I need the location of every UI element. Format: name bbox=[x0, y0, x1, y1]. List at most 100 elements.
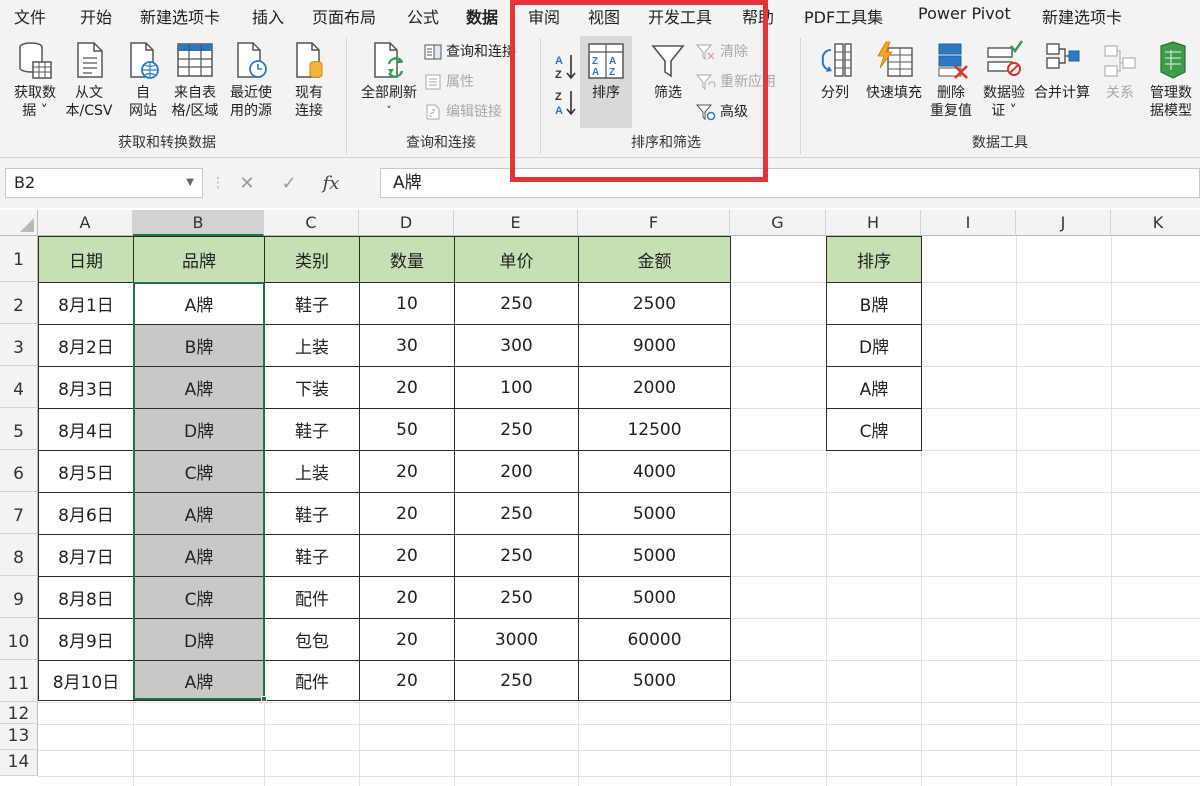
table-cell-date[interactable]: 8月6日 bbox=[38, 492, 134, 535]
table-cell-amount[interactable]: 5000 bbox=[578, 576, 731, 619]
select-all-corner[interactable] bbox=[0, 210, 38, 236]
column-header-c[interactable]: C bbox=[264, 210, 359, 236]
table-cell-amount[interactable]: 2500 bbox=[578, 282, 731, 325]
table-cell-quantity[interactable]: 30 bbox=[359, 324, 455, 367]
tab-insert[interactable]: 插入 bbox=[252, 4, 284, 28]
table-cell-unit-price[interactable]: 250 bbox=[454, 534, 579, 577]
table-cell-quantity[interactable]: 50 bbox=[359, 408, 455, 451]
column-header-g[interactable]: G bbox=[730, 210, 826, 236]
tab-formulas[interactable]: 公式 bbox=[407, 4, 439, 28]
table-cell-brand[interactable]: D牌 bbox=[133, 408, 265, 451]
tab-home[interactable]: 开始 bbox=[80, 4, 112, 28]
remove-duplicates-button[interactable]: 删除 重复值 bbox=[928, 40, 974, 120]
recent-sources-button[interactable]: 最近使 用的源 bbox=[224, 40, 278, 120]
table-cell-quantity[interactable]: 20 bbox=[359, 450, 455, 493]
drag-handle-icon[interactable]: ⋮ bbox=[210, 175, 226, 191]
table-header-amount[interactable]: 金额 bbox=[578, 236, 731, 283]
table-cell-date[interactable]: 8月10日 bbox=[38, 660, 134, 701]
table-cell-amount[interactable]: 5000 bbox=[578, 492, 731, 535]
table-cell-amount[interactable]: 5000 bbox=[578, 660, 731, 701]
sort-order-item[interactable]: A牌 bbox=[826, 366, 922, 409]
sort-order-item[interactable]: C牌 bbox=[826, 408, 922, 451]
enter-formula-button[interactable]: ✓ bbox=[268, 173, 310, 194]
column-header-b[interactable]: B bbox=[133, 210, 264, 236]
table-cell-brand[interactable]: A牌 bbox=[133, 366, 265, 409]
table-cell-amount[interactable]: 12500 bbox=[578, 408, 731, 451]
table-cell-category[interactable]: 配件 bbox=[264, 660, 360, 701]
text-to-columns-button[interactable]: 分列 bbox=[812, 40, 858, 102]
table-cell-quantity[interactable]: 20 bbox=[359, 576, 455, 619]
table-header-unit-price[interactable]: 单价 bbox=[454, 236, 579, 283]
get-data-button[interactable]: 获取数 据 ˅ bbox=[8, 40, 62, 120]
column-header-e[interactable]: E bbox=[454, 210, 578, 236]
table-header-brand[interactable]: 品牌 bbox=[133, 236, 265, 283]
refresh-all-button[interactable]: 全部刷新 ˅ bbox=[356, 40, 422, 120]
column-header-a[interactable]: A bbox=[38, 210, 133, 236]
table-cell-brand[interactable]: A牌 bbox=[133, 492, 265, 535]
row-header-1[interactable]: 1 bbox=[0, 236, 38, 282]
table-cell-category[interactable]: 包包 bbox=[264, 618, 360, 661]
column-header-f[interactable]: F bbox=[578, 210, 730, 236]
table-cell-brand[interactable]: C牌 bbox=[133, 576, 265, 619]
tab-page-layout[interactable]: 页面布局 bbox=[312, 4, 376, 28]
existing-connections-button[interactable]: 现有 连接 bbox=[286, 40, 332, 120]
queries-connections-button[interactable]: 查询和连接 bbox=[424, 42, 516, 62]
row-header-6[interactable]: 6 bbox=[0, 450, 38, 492]
table-cell-unit-price[interactable]: 100 bbox=[454, 366, 579, 409]
table-cell-quantity[interactable]: 20 bbox=[359, 660, 455, 701]
cancel-formula-button[interactable]: ✕ bbox=[226, 173, 268, 194]
column-header-j[interactable]: J bbox=[1016, 210, 1111, 236]
sort-order-item[interactable]: D牌 bbox=[826, 324, 922, 367]
table-cell-date[interactable]: 8月2日 bbox=[38, 324, 134, 367]
table-cell-unit-price[interactable]: 200 bbox=[454, 450, 579, 493]
table-cell-unit-price[interactable]: 250 bbox=[454, 282, 579, 325]
row-header-4[interactable]: 4 bbox=[0, 366, 38, 408]
table-cell-quantity[interactable]: 20 bbox=[359, 366, 455, 409]
table-cell-category[interactable]: 鞋子 bbox=[264, 282, 360, 325]
table-cell-amount[interactable]: 2000 bbox=[578, 366, 731, 409]
column-header-h[interactable]: H bbox=[826, 210, 921, 236]
from-web-button[interactable]: 自 网站 bbox=[120, 40, 166, 120]
table-cell-category[interactable]: 上装 bbox=[264, 450, 360, 493]
consolidate-button[interactable]: 合并计算 bbox=[1030, 40, 1094, 102]
table-cell-brand[interactable]: B牌 bbox=[133, 324, 265, 367]
table-cell-unit-price[interactable]: 250 bbox=[454, 408, 579, 451]
row-header-2[interactable]: 2 bbox=[0, 282, 38, 324]
row-header-13[interactable]: 13 bbox=[0, 724, 38, 750]
table-cell-category[interactable]: 配件 bbox=[264, 576, 360, 619]
row-header-5[interactable]: 5 bbox=[0, 408, 38, 450]
tab-new-tab-1[interactable]: 新建选项卡 bbox=[140, 4, 220, 28]
column-header-k[interactable]: K bbox=[1111, 210, 1200, 236]
sort-order-item[interactable]: B牌 bbox=[826, 282, 922, 325]
column-header-d[interactable]: D bbox=[359, 210, 454, 236]
table-cell-brand[interactable]: A牌 bbox=[133, 282, 265, 325]
table-cell-date[interactable]: 8月3日 bbox=[38, 366, 134, 409]
sort-order-header[interactable]: 排序 bbox=[826, 236, 922, 283]
table-header-date[interactable]: 日期 bbox=[38, 236, 134, 283]
insert-function-button[interactable]: fx bbox=[310, 173, 352, 194]
table-cell-date[interactable]: 8月4日 bbox=[38, 408, 134, 451]
row-header-7[interactable]: 7 bbox=[0, 492, 38, 534]
tab-data[interactable]: 数据 bbox=[466, 4, 499, 33]
row-header-10[interactable]: 10 bbox=[0, 618, 38, 660]
table-cell-category[interactable]: 鞋子 bbox=[264, 534, 360, 577]
table-cell-amount[interactable]: 5000 bbox=[578, 534, 731, 577]
table-cell-brand[interactable]: A牌 bbox=[133, 660, 265, 701]
relationships-button[interactable]: 关系 bbox=[1098, 40, 1142, 102]
edit-links-button[interactable]: 编辑链接 bbox=[424, 102, 502, 122]
flash-fill-button[interactable]: 快速填充 bbox=[862, 40, 926, 102]
manage-data-model-button[interactable]: 管理数 据模型 bbox=[1144, 40, 1198, 120]
table-cell-unit-price[interactable]: 3000 bbox=[454, 618, 579, 661]
from-text-csv-button[interactable]: 从文 本/CSV bbox=[62, 40, 116, 120]
table-cell-date[interactable]: 8月5日 bbox=[38, 450, 134, 493]
table-header-quantity[interactable]: 数量 bbox=[359, 236, 455, 283]
table-cell-quantity[interactable]: 20 bbox=[359, 492, 455, 535]
data-validation-button[interactable]: 数据验 证 ˅ bbox=[980, 40, 1028, 120]
table-cell-date[interactable]: 8月8日 bbox=[38, 576, 134, 619]
chevron-down-icon[interactable]: ▼ bbox=[186, 169, 194, 197]
tab-new-tab-2[interactable]: 新建选项卡 bbox=[1042, 4, 1122, 28]
table-cell-category[interactable]: 鞋子 bbox=[264, 492, 360, 535]
table-cell-unit-price[interactable]: 250 bbox=[454, 492, 579, 535]
worksheet-grid[interactable]: A B C D E F G H I J K 1 2 3 4 5 6 7 8 9 10 11 12 13 14 日期 品牌 类别 数量 单价… bbox=[0, 210, 1200, 786]
tab-power-pivot[interactable]: Power Pivot bbox=[918, 4, 1011, 23]
